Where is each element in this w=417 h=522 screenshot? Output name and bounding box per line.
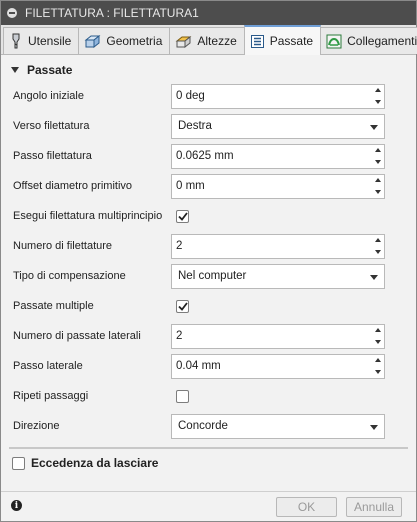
tab-label: Collegamenti <box>347 34 417 48</box>
tab-altezze[interactable]: Altezze <box>169 27 245 54</box>
dialog-footer: i OK Annulla <box>1 491 416 521</box>
spinner[interactable] <box>371 85 384 108</box>
tab-label: Passate <box>269 34 314 48</box>
field-label: Verso filettatura <box>13 120 90 132</box>
section-title: Passate <box>27 63 73 77</box>
tab-label: Geometria <box>106 34 163 48</box>
passes-icon <box>250 34 264 48</box>
row-passo-filettatura: Passo filettatura 0.0625 mm <box>1 141 416 171</box>
row-angolo-iniziale: Angolo iniziale 0 deg <box>1 81 416 111</box>
spin-up-icon[interactable] <box>374 88 381 93</box>
field-value: 2 <box>176 240 183 252</box>
numero-passate-laterali-input[interactable]: 2 <box>171 323 385 349</box>
section-passate-header[interactable]: Passate <box>1 59 416 81</box>
direzione-select[interactable]: Concorde <box>171 413 385 439</box>
row-passate-multiple: Passate multiple <box>1 291 416 321</box>
field-label: Ripeti passaggi <box>13 390 89 402</box>
section-title: Eccedenza da lasciare <box>31 456 159 470</box>
tab-label: Altezze <box>197 34 237 48</box>
info-icon[interactable]: i <box>11 500 22 511</box>
ripeti-passaggi-checkbox[interactable] <box>176 389 189 403</box>
tab-bar: Utensile Geometria Altezze Passate Colle… <box>1 25 417 55</box>
field-label: Angolo iniziale <box>13 90 84 102</box>
select-value: Concorde <box>178 420 228 432</box>
spin-up-icon[interactable] <box>374 148 381 153</box>
field-label: Offset diametro primitivo <box>13 180 133 192</box>
spin-down-icon[interactable] <box>374 159 381 164</box>
spin-up-icon[interactable] <box>374 328 381 333</box>
dropdown-arrow-icon[interactable] <box>370 274 378 280</box>
tab-utensile[interactable]: Utensile <box>3 27 80 54</box>
spinner[interactable] <box>371 235 384 258</box>
offset-diametro-input[interactable]: 0 mm <box>171 173 385 199</box>
spin-down-icon[interactable] <box>374 189 381 194</box>
row-offset-diametro: Offset diametro primitivo 0 mm <box>1 171 416 201</box>
tab-content: Passate Angolo iniziale 0 deg Verso file… <box>1 55 416 477</box>
passo-filettatura-input[interactable]: 0.0625 mm <box>171 143 385 169</box>
geometry-icon <box>84 34 101 48</box>
row-ripeti-passaggi: Ripeti passaggi <box>1 381 416 411</box>
multiprincipio-checkbox[interactable] <box>176 209 189 223</box>
field-label: Esegui filettatura multiprincipio <box>13 210 163 222</box>
thread-dialog: FILETTATURA : FILETTATURA1 Utensile Geom… <box>0 0 417 522</box>
tab-geometria[interactable]: Geometria <box>78 27 171 54</box>
field-label: Passate multiple <box>13 300 94 312</box>
passo-laterale-input[interactable]: 0.04 mm <box>171 353 385 379</box>
angolo-iniziale-input[interactable]: 0 deg <box>171 83 385 109</box>
row-tipo-compensazione: Tipo di compensazione Nel computer <box>1 261 416 291</box>
collapse-icon[interactable] <box>7 8 17 18</box>
spin-down-icon[interactable] <box>374 249 381 254</box>
collapse-triangle-icon[interactable] <box>11 67 19 73</box>
field-label: Numero di passate laterali <box>13 330 141 342</box>
field-label: Tipo di compensazione <box>13 270 126 282</box>
spin-down-icon[interactable] <box>374 339 381 344</box>
tab-passate[interactable]: Passate <box>243 25 322 55</box>
dropdown-arrow-icon[interactable] <box>370 124 378 130</box>
tab-collegamenti[interactable]: Collegamenti <box>320 27 417 54</box>
row-passo-laterale: Passo laterale 0.04 mm <box>1 351 416 381</box>
spin-down-icon[interactable] <box>374 369 381 374</box>
tool-icon <box>12 33 20 49</box>
field-value: 0 deg <box>176 90 205 102</box>
row-numero-filettature: Numero di filettature 2 <box>1 231 416 261</box>
spinner[interactable] <box>371 175 384 198</box>
numero-filettature-input[interactable]: 2 <box>171 233 385 259</box>
spinner[interactable] <box>371 355 384 378</box>
field-label: Passo filettatura <box>13 150 92 162</box>
title-bar: FILETTATURA : FILETTATURA1 <box>1 1 416 25</box>
field-label: Passo laterale <box>13 360 83 372</box>
spinner[interactable] <box>371 325 384 348</box>
checkmark-icon <box>177 301 188 311</box>
spinner[interactable] <box>371 145 384 168</box>
field-label: Direzione <box>13 420 60 432</box>
verso-filettatura-select[interactable]: Destra <box>171 113 385 139</box>
eccedenza-checkbox[interactable] <box>12 456 25 470</box>
cancel-button[interactable]: Annulla <box>346 497 402 517</box>
row-numero-passate-laterali: Numero di passate laterali 2 <box>1 321 416 351</box>
section-eccedenza-header[interactable]: Eccedenza da lasciare <box>1 449 416 477</box>
select-value: Destra <box>178 120 212 132</box>
field-value: 0.0625 mm <box>176 150 234 162</box>
spin-up-icon[interactable] <box>374 238 381 243</box>
spin-up-icon[interactable] <box>374 358 381 363</box>
ok-button[interactable]: OK <box>276 497 337 517</box>
row-verso-filettatura: Verso filettatura Destra <box>1 111 416 141</box>
checkmark-icon <box>177 211 188 221</box>
field-value: 2 <box>176 330 183 342</box>
links-icon <box>326 34 342 48</box>
passate-multiple-checkbox[interactable] <box>176 299 189 313</box>
field-value: 0 mm <box>176 180 205 192</box>
heights-icon <box>175 35 192 48</box>
window-title: FILETTATURA : FILETTATURA1 <box>25 6 199 20</box>
row-direzione: Direzione Concorde <box>1 411 416 441</box>
dropdown-arrow-icon[interactable] <box>370 424 378 430</box>
tipo-compensazione-select[interactable]: Nel computer <box>171 263 385 289</box>
spin-up-icon[interactable] <box>374 178 381 183</box>
spin-down-icon[interactable] <box>374 99 381 104</box>
tab-label: Utensile <box>28 34 72 48</box>
row-multiprincipio: Esegui filettatura multiprincipio <box>1 201 416 231</box>
select-value: Nel computer <box>178 270 247 282</box>
field-value: 0.04 mm <box>176 360 221 372</box>
field-label: Numero di filettature <box>13 240 113 252</box>
